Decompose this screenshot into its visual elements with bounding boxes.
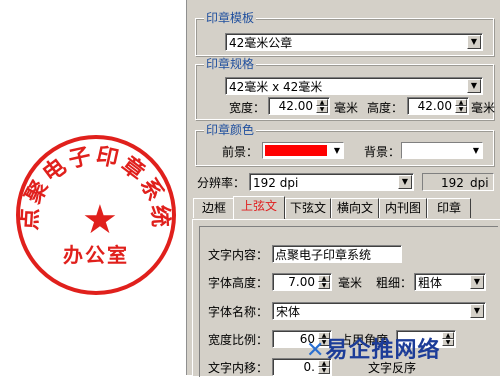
tab-lower-text[interactable]: 下弦文 [285, 198, 331, 218]
height-value: 42.00 [417, 99, 452, 113]
spin-down-icon[interactable]: ▼ [318, 367, 330, 374]
tab-upper-text-label: 上弦文 [240, 199, 277, 213]
color-group-title: 印章颜色 [204, 123, 257, 137]
seal-bottom-text: 办公室 [63, 243, 129, 267]
height-label: 高度： [367, 101, 404, 115]
weight-select-value: 粗体 [418, 276, 443, 290]
spec-select-value: 42毫米 x 42毫米 [229, 80, 323, 94]
width-unit: 毫米 [334, 101, 359, 115]
dropdown-arrow-icon[interactable]: ▼ [470, 304, 484, 318]
spec-group-title: 印章规格 [204, 57, 257, 71]
background-swatch [404, 145, 466, 156]
tab-seal[interactable]: 印章 [427, 198, 471, 218]
resolution-readout: 192 dpi [422, 173, 494, 191]
spin-up-icon[interactable]: ▲ [316, 99, 328, 106]
dropdown-arrow-icon[interactable]: ▼ [467, 79, 481, 93]
resolution-readout-value: 192 [441, 176, 464, 190]
template-group: 印章模板 42毫米公章 ▼ [195, 11, 494, 56]
font-name-label: 字体名称： [208, 305, 269, 319]
content-input-value: 点聚电子印章系统 [275, 248, 372, 262]
spec-select[interactable]: 42毫米 x 42毫米 ▼ [225, 77, 483, 95]
background-color-picker[interactable]: ▼ [401, 142, 483, 159]
resolution-readout-unit: dpi [470, 176, 489, 190]
font-height-value: 7.00 [288, 275, 315, 289]
resolution-label: 分辨率： [197, 176, 246, 190]
template-group-title: 印章模板 [204, 11, 257, 25]
tab-horizontal-text[interactable]: 横向文 [331, 198, 379, 218]
template-select[interactable]: 42毫米公章 ▼ [225, 33, 483, 51]
width-label: 宽度： [229, 101, 266, 115]
font-height-unit: 毫米 [338, 276, 363, 290]
foreground-swatch [265, 145, 327, 156]
content-label: 文字内容： [208, 248, 269, 262]
watermark-logo: ✕易企推网络 [306, 338, 441, 363]
dropdown-arrow-icon[interactable]: ▼ [473, 146, 479, 155]
content-input[interactable]: 点聚电子印章系统 [272, 245, 402, 263]
height-unit: 毫米 [471, 101, 496, 115]
tab-lower-text-label: 下弦文 [289, 201, 326, 215]
tab-border[interactable]: 边框 [193, 198, 235, 218]
spin-up-icon[interactable]: ▲ [442, 332, 454, 339]
tab-inner-image[interactable]: 内刊图 [379, 198, 427, 218]
spin-down-icon[interactable]: ▼ [316, 106, 328, 113]
font-height-spinner[interactable]: 7.00 ▲ ▼ [272, 273, 332, 291]
font-name-select-value: 宋体 [276, 305, 301, 319]
spin-down-icon[interactable]: ▼ [442, 339, 454, 346]
offset-label: 文字内移： [208, 361, 269, 375]
width-value: 42.00 [278, 99, 313, 113]
tab-border-label: 边框 [201, 201, 226, 215]
seal-preview: 点聚电子印章系统 ★ 办公室 [0, 0, 186, 375]
dropdown-arrow-icon[interactable]: ▼ [334, 146, 340, 155]
star-icon: ★ [82, 197, 118, 243]
spin-up-icon[interactable]: ▲ [455, 99, 467, 106]
seal-image: 点聚电子印章系统 ★ 办公室 [16, 135, 176, 295]
spin-up-icon[interactable]: ▲ [318, 275, 330, 282]
tab-horizontal-text-label: 横向文 [336, 201, 373, 215]
tab-upper-text[interactable]: 上弦文 [233, 196, 285, 219]
spin-down-icon[interactable]: ▼ [455, 106, 467, 113]
weight-select[interactable]: 粗体 ▼ [414, 273, 486, 291]
tab-inner-image-label: 内刊图 [384, 201, 421, 215]
width-ratio-label: 宽度比例： [208, 333, 269, 347]
resolution-select-value: 192 dpi [253, 176, 299, 190]
dropdown-arrow-icon[interactable]: ▼ [398, 175, 412, 189]
tab-seal-label: 印章 [436, 201, 461, 215]
foreground-color-picker[interactable]: ▼ [262, 142, 344, 159]
resolution-select[interactable]: 192 dpi ▼ [249, 173, 414, 191]
watermark-text: 易企推网络 [325, 338, 441, 363]
dropdown-arrow-icon[interactable]: ▼ [467, 35, 481, 49]
color-group: 印章颜色 前景： ▼ 背景： ▼ [195, 123, 494, 166]
foreground-label: 前景： [222, 145, 259, 159]
spin-down-icon[interactable]: ▼ [318, 282, 330, 289]
spec-group: 印章规格 42毫米 x 42毫米 ▼ 宽度： 42.00 ▲ ▼ 毫米 高度： … [195, 57, 496, 120]
width-spinner[interactable]: 42.00 ▲ ▼ [268, 97, 330, 115]
font-name-select[interactable]: 宋体 ▼ [272, 302, 486, 320]
height-spinner[interactable]: 42.00 ▲ ▼ [407, 97, 469, 115]
weight-label: 粗细： [376, 276, 413, 290]
background-label: 背景： [364, 145, 401, 159]
font-height-label: 字体高度： [208, 276, 269, 290]
template-select-value: 42毫米公章 [229, 36, 293, 50]
dropdown-arrow-icon[interactable]: ▼ [470, 275, 484, 289]
